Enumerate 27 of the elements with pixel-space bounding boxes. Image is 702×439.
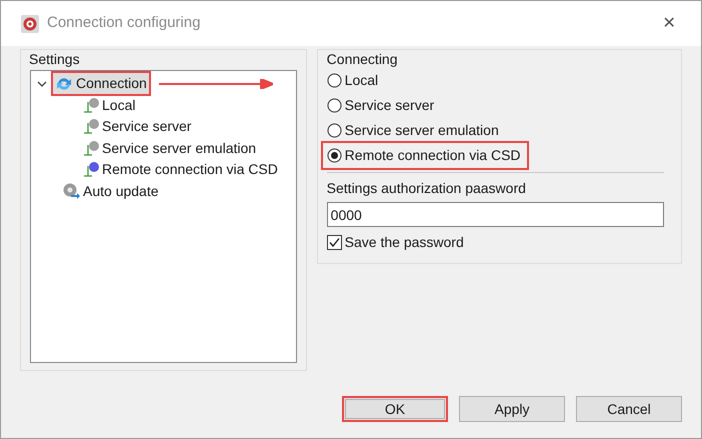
radio-option[interactable]: Service server emulation <box>326 118 505 143</box>
node-icon <box>83 161 99 178</box>
close-button[interactable]: ✕ <box>657 12 681 36</box>
radio-option[interactable]: Remote connection via CSD <box>322 143 527 168</box>
tree-item[interactable]: Connection <box>53 73 149 94</box>
tree-item[interactable]: Service server emulation <box>81 138 258 159</box>
password-field[interactable]: 0000 <box>326 202 664 227</box>
field-label: Settings authorization paasword <box>326 179 527 197</box>
radio-option[interactable]: Local <box>326 68 384 93</box>
group-title: Settings <box>29 50 81 68</box>
tree-item[interactable]: Service server <box>81 116 194 138</box>
checkbox-label: Save the password <box>344 233 464 252</box>
dialog-button[interactable]: OK <box>342 396 448 422</box>
tree-item[interactable]: Remote connection via CSD <box>81 159 280 180</box>
window-title: Connection configuring <box>47 13 200 34</box>
checkbox[interactable] <box>326 235 342 250</box>
gear-icon <box>62 182 80 200</box>
dialog-button[interactable]: Cancel <box>576 396 682 422</box>
dialog-button[interactable]: Apply <box>459 396 565 422</box>
app-icon <box>21 14 39 32</box>
node-icon <box>83 118 99 136</box>
tree-item[interactable]: Auto update <box>60 180 161 202</box>
node-icon <box>83 140 99 157</box>
tree-item[interactable]: Local <box>81 94 138 116</box>
radio-option[interactable]: Service server <box>326 93 440 118</box>
group-title: Connecting <box>326 50 398 68</box>
node-icon <box>83 96 99 114</box>
